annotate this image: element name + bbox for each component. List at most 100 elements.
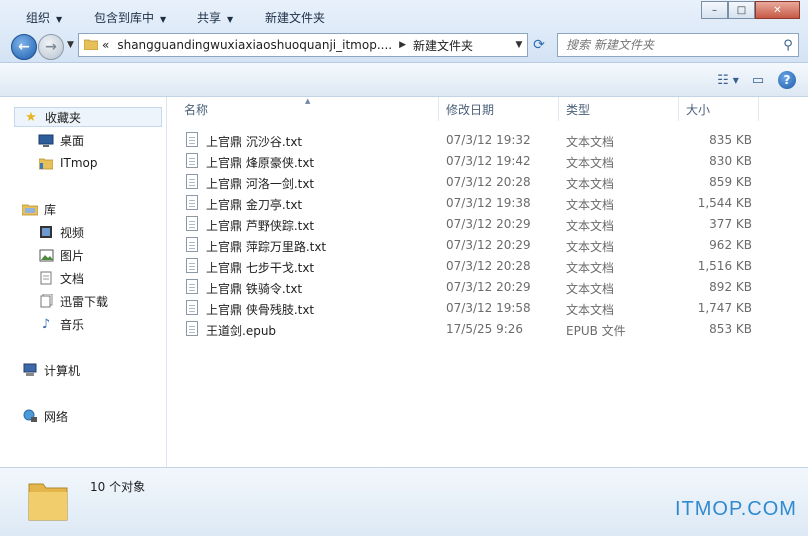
address-history-dropdown[interactable]: ▼ (511, 40, 527, 50)
file-date: 07/3/12 20:29 (446, 238, 531, 252)
folder-icon (83, 38, 99, 53)
file-name: 上官鼎 芦野侠踪.txt (206, 219, 315, 233)
arrow-right-icon: → (45, 39, 57, 55)
file-row[interactable]: 上官鼎 烽原豪侠.txt 07/3/12 19:42 文本文档 830 KB (184, 151, 784, 172)
file-row[interactable]: 上官鼎 金刀亭.txt 07/3/12 19:38 文本文档 1,544 KB (184, 193, 784, 214)
watermark: ITMOP.COM (675, 498, 797, 520)
file-size: 1,747 KB (697, 301, 752, 315)
file-row[interactable]: 上官鼎 芦野侠踪.txt 07/3/12 20:29 文本文档 377 KB (184, 214, 784, 235)
organize-menu[interactable]: 组织 ▼ (26, 9, 62, 26)
organize-label: 组织 (26, 11, 51, 25)
file-size: 962 KB (709, 238, 752, 252)
search-box[interactable]: ⚲ (557, 33, 799, 57)
close-button[interactable]: ✕ (755, 1, 800, 19)
help-button[interactable]: ? (778, 71, 796, 89)
item-count: 10 个对象 (90, 480, 146, 494)
file-date: 07/3/12 20:29 (446, 217, 531, 231)
sidebar-item-label: 图片 (60, 248, 85, 263)
search-input[interactable] (558, 37, 778, 53)
back-button[interactable]: ← (11, 34, 37, 60)
sidebar-item-pictures[interactable]: 图片 (38, 245, 84, 265)
column-header-name[interactable]: 名称 (167, 97, 439, 121)
file-row[interactable]: 上官鼎 七步干戈.txt 07/3/12 20:28 文本文档 1,516 KB (184, 256, 784, 277)
breadcrumb-separator-icon[interactable]: ▶ (396, 40, 409, 50)
help-icon: ? (783, 73, 791, 87)
window-controls: – □ ✕ (701, 1, 800, 19)
forward-button[interactable]: → (38, 34, 64, 60)
video-icon (38, 224, 54, 240)
file-name: 上官鼎 七步干戈.txt (206, 261, 315, 275)
preview-pane-icon: ▭ (751, 72, 765, 88)
column-header-date[interactable]: 修改日期 (439, 97, 559, 121)
file-size: 835 KB (709, 133, 752, 147)
share-menu[interactable]: 共享 ▼ (197, 9, 233, 26)
view-options-button[interactable]: ☷ ▼ (717, 70, 739, 90)
breadcrumb-segment-current[interactable]: 新建文件夹 (409, 37, 477, 54)
file-size: 892 KB (709, 280, 752, 294)
preview-pane-button[interactable]: ▭ (748, 70, 768, 90)
refresh-icon: ⟳ (533, 36, 545, 53)
file-name: 王道剑.epub (206, 324, 277, 338)
new-folder-button[interactable]: 新建文件夹 (265, 9, 325, 26)
file-size: 1,516 KB (697, 259, 752, 273)
music-note-icon: ♪ (41, 316, 51, 332)
network-icon (22, 408, 38, 424)
minimize-button[interactable]: – (701, 1, 728, 19)
file-name: 上官鼎 萍踪万里路.txt (206, 240, 327, 254)
file-name: 上官鼎 铁骑令.txt (206, 282, 303, 296)
sidebar-item-label: 文档 (60, 271, 85, 286)
include-in-library-menu[interactable]: 包含到库中 ▼ (94, 9, 166, 26)
refresh-button[interactable]: ⟳ (528, 34, 550, 55)
sidebar-item-thunder-downloads[interactable]: 迅雷下载 (38, 291, 108, 311)
file-date: 07/3/12 20:29 (446, 280, 531, 294)
text-file-icon (186, 216, 198, 231)
document-icon (38, 270, 54, 286)
sidebar-item-music[interactable]: ♪ 音乐 (38, 314, 84, 334)
maximize-button[interactable]: □ (728, 1, 755, 19)
file-size: 853 KB (709, 322, 752, 336)
breadcrumb-overflow[interactable]: « (98, 38, 113, 52)
sidebar-item-computer[interactable]: 计算机 (22, 360, 80, 380)
breadcrumb-segment-parent[interactable]: shangguandingwuxiaxiaoshuoquanji_itmop..… (113, 38, 396, 52)
sidebar-item-videos[interactable]: 视频 (38, 222, 84, 242)
file-row[interactable]: 上官鼎 铁骑令.txt 07/3/12 20:29 文本文档 892 KB (184, 277, 784, 298)
file-date: 07/3/12 19:42 (446, 154, 531, 168)
file-row[interactable]: 王道剑.epub 17/5/25 9:26 EPUB 文件 853 KB (184, 319, 784, 340)
file-type: 文本文档 (566, 282, 615, 296)
file-date: 07/3/12 19:32 (446, 133, 531, 147)
sidebar-item-favorites[interactable]: ★ 收藏夹 (14, 107, 162, 127)
file-row[interactable]: 上官鼎 河洛一剑.txt 07/3/12 20:28 文本文档 859 KB (184, 172, 784, 193)
sidebar-item-libraries[interactable]: 库 (22, 199, 56, 219)
sidebar-item-label: 网络 (44, 409, 69, 424)
column-header-type[interactable]: 类型 (559, 97, 679, 121)
star-icon: ★ (25, 109, 37, 125)
sidebar-item-label: ITmop (60, 156, 98, 170)
sidebar-item-network[interactable]: 网络 (22, 406, 68, 426)
file-name: 上官鼎 金刀亭.txt (206, 198, 303, 212)
sidebar-item-label: 计算机 (44, 363, 81, 378)
chevron-down-icon: ▼ (732, 75, 739, 85)
computer-icon (22, 362, 38, 378)
address-bar[interactable]: « shangguandingwuxiaxiaoshuoquanji_itmop… (78, 33, 528, 57)
file-row[interactable]: 上官鼎 侠骨残肢.txt 07/3/12 19:58 文本文档 1,747 KB (184, 298, 784, 319)
file-name: 上官鼎 沉沙谷.txt (206, 135, 303, 149)
recent-pages-dropdown[interactable]: ▼ (67, 40, 74, 50)
file-type: 文本文档 (566, 303, 615, 317)
include-in-library-label: 包含到库中 (94, 11, 155, 25)
file-date: 07/3/12 19:58 (446, 301, 531, 315)
sidebar-item-documents[interactable]: 文档 (38, 268, 84, 288)
file-row[interactable]: 上官鼎 沉沙谷.txt 07/3/12 19:32 文本文档 835 KB (184, 130, 784, 151)
file-row[interactable]: 上官鼎 萍踪万里路.txt 07/3/12 20:29 文本文档 962 KB (184, 235, 784, 256)
view-controls: ☷ ▼ ▭ ? (717, 70, 796, 90)
file-type: 文本文档 (566, 261, 615, 275)
file-name: 上官鼎 烽原豪侠.txt (206, 156, 315, 170)
search-icon[interactable]: ⚲ (778, 38, 798, 53)
column-header-size[interactable]: 大小 (679, 97, 759, 121)
text-file-icon (186, 258, 198, 273)
library-icon (22, 201, 38, 217)
sidebar-item-itmop[interactable]: ITmop (38, 153, 98, 173)
file-date: 07/3/12 20:28 (446, 259, 531, 273)
share-label: 共享 (197, 11, 222, 25)
text-file-icon (186, 174, 198, 189)
sidebar-item-desktop[interactable]: 桌面 (38, 130, 84, 150)
